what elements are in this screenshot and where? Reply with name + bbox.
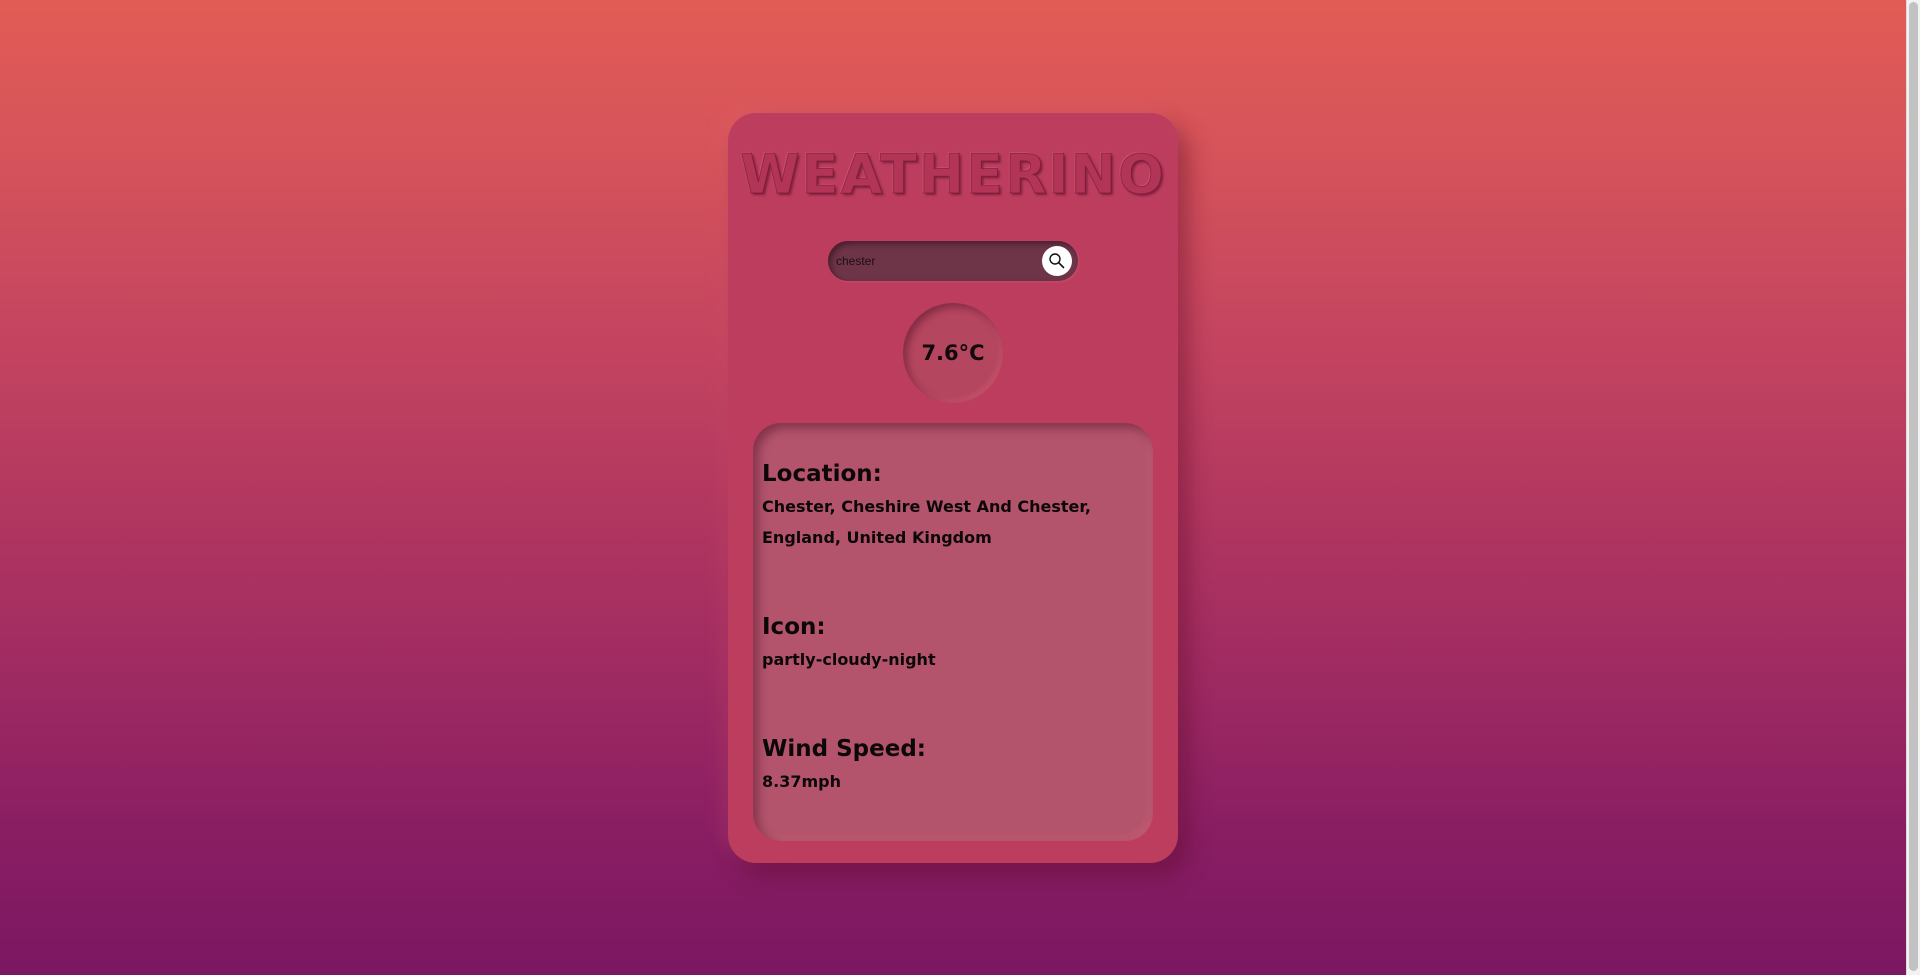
location-value: Chester, Cheshire West And Chester, Engl… — [762, 497, 1091, 547]
search-button[interactable] — [1042, 246, 1072, 276]
scrollbar-thumb[interactable] — [1909, 2, 1918, 971]
location-label: Location: — [762, 461, 882, 487]
weather-card: WEATHERINO 7.6°C Location: Chester, Ches… — [728, 113, 1178, 863]
search-bar — [828, 241, 1078, 281]
wind-speed-value: 8.37mph — [762, 772, 841, 791]
temperature-value: 7.6°C — [921, 341, 985, 365]
icon-section: Icon: partly-cloudy-night — [762, 614, 1142, 675]
icon-label: Icon: — [762, 614, 826, 640]
search-icon — [1049, 253, 1065, 269]
weather-details-panel: Location: Chester, Cheshire West And Che… — [753, 423, 1153, 841]
wind-speed-section: Wind Speed: 8.37mph — [762, 736, 1142, 797]
wind-speed-label: Wind Speed: — [762, 736, 926, 762]
temperature-display: 7.6°C — [903, 303, 1003, 403]
icon-value: partly-cloudy-night — [762, 650, 936, 669]
search-input[interactable] — [836, 250, 1026, 272]
app-title: WEATHERINO — [740, 143, 1166, 207]
location-section: Location: Chester, Cheshire West And Che… — [762, 461, 1142, 553]
vertical-scrollbar[interactable] — [1906, 0, 1920, 975]
